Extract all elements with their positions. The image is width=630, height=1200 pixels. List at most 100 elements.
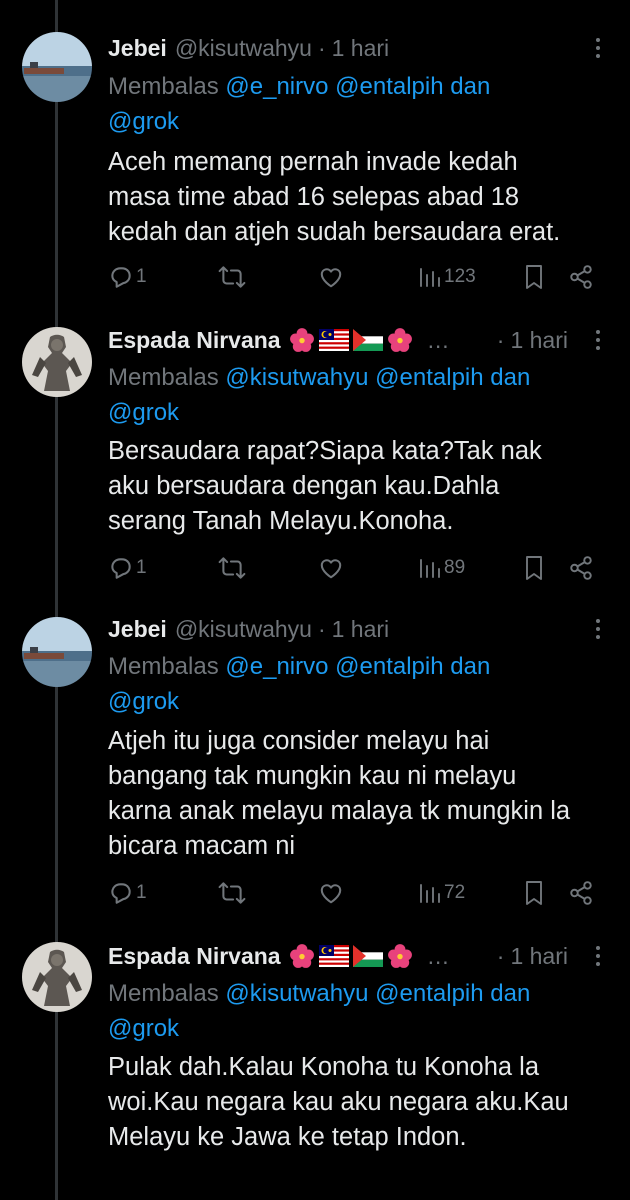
malaysia-flag-icon xyxy=(318,329,349,351)
name-emojis: … xyxy=(289,325,450,355)
heart-icon xyxy=(320,268,342,288)
action-bar: 1 123 xyxy=(108,262,608,292)
reply-icon xyxy=(111,267,131,288)
like-button[interactable] xyxy=(318,878,344,908)
repost-button[interactable] xyxy=(218,553,246,583)
separator-dot: · xyxy=(496,327,505,353)
views-button[interactable]: 89 xyxy=(418,553,465,583)
avatar[interactable] xyxy=(22,617,92,687)
name-emojis: … xyxy=(289,941,450,971)
like-button[interactable] xyxy=(318,262,344,292)
more-options-icon[interactable] xyxy=(586,38,610,58)
reply-count: 1 xyxy=(136,266,147,287)
avatar[interactable] xyxy=(22,327,92,397)
timestamp[interactable]: 1 hari xyxy=(332,33,390,63)
mention-link[interactable]: @entalpih xyxy=(335,653,443,680)
more-options-icon[interactable] xyxy=(586,619,610,639)
tweet[interactable]: Espada Nirvana … · 1 hari Membalas @kisu… xyxy=(0,310,630,600)
more-options-icon[interactable] xyxy=(586,330,610,350)
handle[interactable]: @kisutwahyu xyxy=(175,614,312,644)
heart-icon xyxy=(320,884,342,904)
timestamp[interactable]: 1 hari xyxy=(510,941,568,971)
repost-button[interactable] xyxy=(218,878,246,908)
beach-avatar-icon xyxy=(22,32,92,102)
reply-icon xyxy=(111,883,131,904)
bookmark-icon xyxy=(526,265,542,289)
repost-button[interactable] xyxy=(218,262,246,292)
share-button[interactable] xyxy=(568,553,594,583)
bookmark-button[interactable] xyxy=(522,262,546,292)
reply-button[interactable]: 1 xyxy=(108,878,147,908)
action-bar: 1 89 xyxy=(108,553,608,583)
display-name[interactable]: Jebei xyxy=(108,33,167,63)
display-name[interactable]: Jebei xyxy=(108,614,167,644)
timestamp[interactable]: 1 hari xyxy=(510,325,568,355)
mention-link[interactable]: @entalpih xyxy=(375,364,483,391)
hibiscus-icon xyxy=(289,944,314,968)
avatar[interactable] xyxy=(22,32,92,102)
like-button[interactable] xyxy=(318,553,344,583)
mention-link[interactable]: @kisutwahyu xyxy=(225,980,368,1007)
action-bar: 1 72 xyxy=(108,878,608,908)
reply-icon xyxy=(111,558,131,579)
share-button[interactable] xyxy=(568,262,594,292)
more-options-icon[interactable] xyxy=(586,946,610,966)
view-count: 123 xyxy=(444,266,476,287)
share-icon xyxy=(570,556,592,580)
replying-to: Membalas @e_nirvo @entalpih dan @grok xyxy=(108,73,491,135)
mention-link[interactable]: @e_nirvo xyxy=(225,653,328,680)
share-icon xyxy=(570,265,592,289)
tweet[interactable]: Jebei @kisutwahyu · 1 hari Membalas @e_n… xyxy=(0,0,630,310)
mention-link[interactable]: @grok xyxy=(108,108,179,135)
mention-link[interactable]: @grok xyxy=(108,399,179,426)
reply-count: 1 xyxy=(136,882,147,903)
tweet-text: Aceh memang pernah invade kedah masa tim… xyxy=(108,148,561,246)
tweet[interactable]: Espada Nirvana … · 1 hari Membalas @kisu… xyxy=(0,930,630,1200)
truncation-ellipsis: … xyxy=(426,327,450,353)
view-count: 72 xyxy=(444,882,466,903)
separator-dot: · xyxy=(317,616,326,642)
reply-button[interactable]: 1 xyxy=(108,262,147,292)
share-button[interactable] xyxy=(568,878,594,908)
bookmark-icon xyxy=(526,881,542,905)
hibiscus-icon xyxy=(289,328,314,352)
views-chart-icon xyxy=(420,559,440,578)
hibiscus-icon xyxy=(387,944,412,968)
repost-icon xyxy=(218,882,246,904)
mention-link[interactable]: @grok xyxy=(108,688,179,715)
reply-count: 1 xyxy=(136,557,147,578)
repost-icon xyxy=(218,266,246,288)
bookmark-button[interactable] xyxy=(522,878,546,908)
reply-button[interactable]: 1 xyxy=(108,553,147,583)
repost-icon xyxy=(218,557,246,579)
separator-dot: · xyxy=(317,35,326,61)
replying-to: Membalas @e_nirvo @entalpih dan @grok xyxy=(108,653,491,715)
mention-link[interactable]: @kisutwahyu xyxy=(225,364,368,391)
palestine-flag-icon xyxy=(352,329,383,351)
tweet[interactable]: Jebei @kisutwahyu · 1 hari Membalas @e_n… xyxy=(0,600,630,930)
views-chart-icon xyxy=(420,884,440,903)
bookmark-button[interactable] xyxy=(522,553,546,583)
bookmark-icon xyxy=(526,556,542,580)
separator-dot: · xyxy=(496,943,505,969)
avatar[interactable] xyxy=(22,942,92,1012)
handle[interactable]: @kisutwahyu xyxy=(175,33,312,63)
truncation-ellipsis: … xyxy=(426,943,450,969)
mention-link[interactable]: @e_nirvo xyxy=(225,73,328,100)
views-button[interactable]: 123 xyxy=(418,262,476,292)
mention-link[interactable]: @entalpih xyxy=(375,980,483,1007)
mention-link[interactable]: @grok xyxy=(108,1015,179,1042)
malaysia-flag-icon xyxy=(318,945,349,967)
replying-to: Membalas @kisutwahyu @entalpih dan @grok xyxy=(108,980,531,1042)
tweet-text: Bersaudara rapat?Siapa kata?Tak nak aku … xyxy=(108,437,542,535)
display-name[interactable]: Espada Nirvana xyxy=(108,941,281,971)
heart-icon xyxy=(320,559,342,579)
timestamp[interactable]: 1 hari xyxy=(332,614,390,644)
display-name[interactable]: Espada Nirvana xyxy=(108,325,281,355)
replying-to: Membalas @kisutwahyu @entalpih dan @grok xyxy=(108,364,531,426)
tweet-text: Atjeh itu juga consider melayu hai banga… xyxy=(108,727,571,860)
hibiscus-icon xyxy=(387,328,412,352)
beach-avatar-icon xyxy=(22,617,92,687)
views-button[interactable]: 72 xyxy=(418,878,465,908)
mention-link[interactable]: @entalpih xyxy=(335,73,443,100)
